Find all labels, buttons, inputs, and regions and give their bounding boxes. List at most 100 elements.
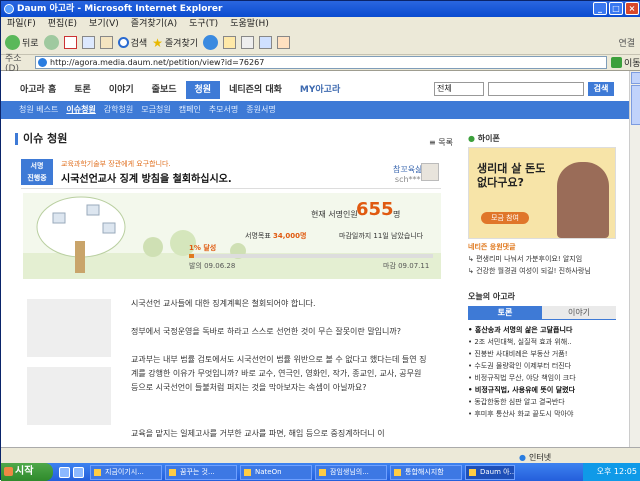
ad-link[interactable]: ↳ 건강한 월경권 여성이 되길! 진하사랑님: [468, 265, 616, 277]
subnav-fundraise[interactable]: 모금청원: [137, 101, 174, 119]
ie-icon: [4, 4, 14, 14]
body-paragraph: 정부에서 국정운영을 독바로 하라고 스스로 선언한 것이 무슨 잘못이란 말입…: [131, 327, 402, 336]
star-icon: ★: [152, 35, 163, 50]
refresh-icon[interactable]: [81, 36, 95, 49]
petition-title: 시국선언교사 징계 방침을 철회하십시오.: [61, 174, 232, 185]
page-icon: [38, 58, 47, 67]
sidebar: ● 하이폰 생리대 살 돈도 없다구요? 모금 참여 네티즌 응원댓글 ↳ 편생…: [468, 133, 616, 420]
minimize-button[interactable]: _: [593, 2, 607, 15]
list-item[interactable]: • 홍산송과 서명의 삶은 고달픕니다: [468, 324, 616, 336]
list-item[interactable]: • 수도권 물량확인 이제부터 터진다: [468, 360, 616, 372]
messenger-icon[interactable]: [277, 36, 291, 49]
start-button[interactable]: 시작: [1, 463, 53, 481]
status-bar: ● 인터넷: [1, 447, 640, 463]
subnav-campaign[interactable]: 캠페인: [175, 101, 205, 119]
media-icon[interactable]: [203, 35, 219, 50]
list-link[interactable]: ≡ 목록: [429, 137, 453, 148]
forward-arrow-icon: [43, 35, 59, 50]
subnav-other[interactable]: 종원서명: [242, 101, 279, 119]
close-button[interactable]: ×: [625, 2, 639, 15]
document-image: [27, 299, 111, 357]
list-item[interactable]: • 후미후 통산사 화교 끝도시 막아야: [468, 408, 616, 420]
subnav-best[interactable]: 청원 베스트: [15, 101, 62, 119]
task-button[interactable]: NateOn: [240, 464, 312, 480]
scroll-up-icon[interactable]: [631, 72, 640, 84]
ad-link[interactable]: 네티즌 응원댓글: [468, 241, 616, 253]
end-date: 마감 09.07.11: [383, 262, 430, 270]
signature-count: 655: [356, 199, 394, 220]
search-scope-select[interactable]: 전체: [434, 82, 484, 96]
search-submit-button[interactable]: 검색: [588, 82, 614, 96]
menu-edit[interactable]: 편집(E): [48, 17, 77, 31]
tab-debate[interactable]: 토론: [468, 306, 542, 319]
favorites-button[interactable]: ★ 즐겨찾기: [152, 36, 198, 50]
back-button[interactable]: 뒤로: [5, 35, 39, 50]
menu-file[interactable]: 파일(F): [7, 17, 36, 31]
links-label[interactable]: 연결: [618, 36, 640, 49]
go-button[interactable]: 이동: [607, 56, 640, 69]
tab-story[interactable]: 이야기: [542, 306, 616, 319]
status-badge: 서명 진행중: [21, 159, 53, 185]
search-button[interactable]: 검색: [117, 36, 147, 49]
address-input[interactable]: http://agora.media.daum.net/petition/vie…: [35, 56, 607, 69]
donate-button[interactable]: 모금 참여: [481, 212, 529, 224]
section-title: 이슈 청원: [15, 133, 67, 145]
search-input[interactable]: [488, 82, 584, 96]
task-button[interactable]: 지금이기시...: [90, 464, 162, 480]
count-unit: 명: [393, 210, 401, 219]
body-paragraph: 교육을 맡지는 일제고사를 거부한 교사를 파면, 해임 등으로 중징계하더니 …: [131, 429, 385, 438]
maximize-button[interactable]: □: [609, 2, 623, 15]
stop-icon[interactable]: [63, 36, 77, 49]
back-arrow-icon: [5, 35, 20, 50]
desktop-quicklaunch-icon[interactable]: [73, 466, 84, 478]
list-item[interactable]: • 비정규직법 무산, 야당 책임이 크다: [468, 372, 616, 384]
ad-photo: [557, 162, 609, 238]
nav-tab-debate[interactable]: 토론: [65, 81, 100, 99]
list-item[interactable]: • 동갑한동한 심판 알고 결국반다: [468, 396, 616, 408]
task-button[interactable]: 잠임생님의...: [315, 464, 387, 480]
author-name[interactable]: 참꼬육삶 sch***: [393, 165, 422, 185]
menu-bar: 파일(F) 편집(E) 보기(V) 즐겨찾기(A) 도구(T) 도움말(H): [1, 17, 640, 31]
ie-quicklaunch-icon[interactable]: [59, 466, 70, 478]
nav-tab-netizen[interactable]: 네티즌의 대화: [220, 81, 291, 99]
go-arrow-icon: [611, 57, 622, 68]
subnav-memorial[interactable]: 추모서명: [205, 101, 242, 119]
task-button[interactable]: 꿈꾸는 것...: [165, 464, 237, 480]
quick-launch: [53, 466, 90, 478]
nav-tab-home[interactable]: 아고라 홈: [11, 81, 65, 99]
title-bar: Daum 아고라 - Microsoft Internet Explorer _…: [1, 1, 640, 17]
today-list: • 홍산송과 서명의 삶은 고달픕니다 • 2조 서민대책, 실질적 효과 위해…: [468, 324, 616, 420]
nav-tab-story[interactable]: 이야기: [100, 81, 143, 99]
menu-view[interactable]: 보기(V): [89, 17, 119, 31]
search-area: 전체 검색: [434, 82, 614, 96]
list-item[interactable]: • 비정규직법, 사용유에 뜻이 달렸다: [468, 384, 616, 396]
vertical-scrollbar[interactable]: [629, 71, 640, 463]
subnav-issue[interactable]: 이슈청원: [62, 101, 99, 119]
forward-button[interactable]: [43, 35, 59, 50]
petition-target: 교육과학기술부 장관에게 요구합니다.: [61, 160, 171, 168]
print-icon[interactable]: [241, 36, 255, 49]
page-content: 아고라 홈 토론 이야기 줄보드 청원 네티즌의 대화 MY아고라 전체 검색 …: [1, 71, 629, 463]
nav-tab-board[interactable]: 줄보드: [143, 81, 186, 99]
today-tabs: 토론 이야기: [468, 306, 616, 320]
home-icon[interactable]: [99, 36, 113, 49]
today-title: 오늘의 아고라: [468, 292, 515, 301]
edit-icon[interactable]: [259, 36, 273, 49]
body-paragraph: 교과부는 내부 법률 검토에서도 시국선언이 법률 위반으로 볼 수 없다고 했…: [131, 355, 427, 392]
subnav-gam[interactable]: 감학청원: [100, 101, 137, 119]
search-icon: [117, 37, 129, 48]
nav-tab-petition[interactable]: 청원: [185, 81, 221, 99]
ad-link[interactable]: ↳ 편생리미 나눠서 가분후이요! 알지임: [468, 253, 616, 265]
ad-banner[interactable]: 생리대 살 돈도 없다구요? 모금 참여: [468, 147, 616, 239]
menu-help[interactable]: 도움말(H): [230, 17, 269, 31]
menu-favorites[interactable]: 즐겨찾기(A): [131, 17, 177, 31]
nav-tab-my[interactable]: MY아고라: [291, 81, 349, 99]
list-item[interactable]: • 2조 서민대책, 실질적 효과 위해..: [468, 336, 616, 348]
task-button[interactable]: 통합해시지함: [390, 464, 462, 480]
task-button[interactable]: Daum 아...: [465, 464, 515, 480]
scroll-thumb[interactable]: [631, 85, 640, 125]
mail-icon[interactable]: [223, 36, 237, 49]
address-bar: 주소(D) http://agora.media.daum.net/petiti…: [1, 54, 640, 74]
menu-tools[interactable]: 도구(T): [189, 17, 218, 31]
list-item[interactable]: • 진봉반 사대비례은 부동산 거품!: [468, 348, 616, 360]
